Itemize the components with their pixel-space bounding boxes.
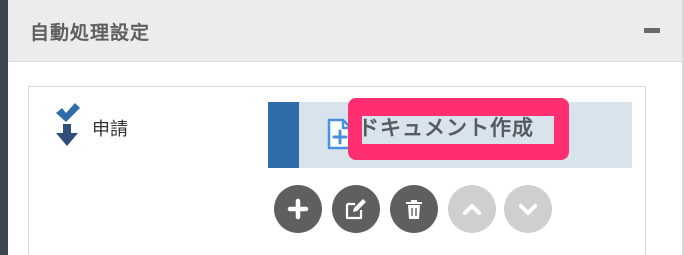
- panel-title: 自動処理設定: [30, 22, 151, 44]
- chevron-down-icon: [519, 204, 537, 215]
- action-item[interactable]: ドキュメント作成: [268, 98, 632, 168]
- move-up-button[interactable]: [448, 185, 496, 233]
- collapse-minus-icon[interactable]: [644, 28, 660, 33]
- plus-icon: [287, 198, 309, 220]
- edit-button[interactable]: [332, 185, 380, 233]
- add-button[interactable]: [274, 185, 322, 233]
- page: 自動処理設定 申請 ドキュメント作成: [0, 0, 684, 255]
- highlight-annotation: ドキュメント作成: [348, 98, 569, 160]
- delete-button[interactable]: [390, 185, 438, 233]
- action-label: ドキュメント作成: [358, 116, 534, 140]
- action-stripe: [268, 102, 299, 168]
- chevron-up-icon: [463, 204, 481, 215]
- edit-icon: [345, 199, 366, 220]
- panel-header: 自動処理設定: [8, 0, 682, 62]
- move-down-button[interactable]: [504, 185, 552, 233]
- left-sidebar-edge: [0, 0, 8, 255]
- trigger-label: 申請: [92, 119, 128, 140]
- trash-icon: [406, 200, 422, 219]
- arrow-down-check-icon: [53, 102, 81, 150]
